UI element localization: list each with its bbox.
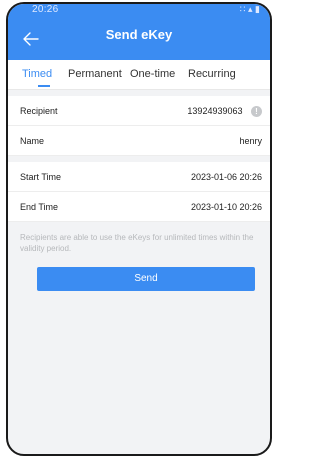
- name-label: Name: [20, 136, 45, 146]
- start-time-label: Start Time: [20, 172, 62, 182]
- tab-permanent[interactable]: Permanent: [68, 68, 122, 80]
- tab-bar: Timed Permanent One-time Recurring: [8, 60, 270, 90]
- status-time: 20:26: [32, 4, 59, 15]
- start-time-row[interactable]: Start Time 2023-01-06 20:26: [8, 162, 270, 192]
- recipient-label: Recipient: [20, 106, 58, 116]
- name-row[interactable]: Name henry: [8, 126, 270, 156]
- name-value[interactable]: henry: [239, 136, 262, 146]
- recipient-row[interactable]: Recipient 13924939063 !: [8, 96, 270, 126]
- validity-note: Recipients are able to use the eKeys for…: [20, 233, 254, 253]
- recipient-value: 13924939063: [187, 106, 243, 116]
- end-time-value[interactable]: 2023-01-10 20:26: [191, 202, 262, 212]
- tab-one-time[interactable]: One-time: [130, 68, 175, 80]
- end-time-row[interactable]: End Time 2023-01-10 20:26: [8, 192, 270, 222]
- end-time-label: End Time: [20, 202, 59, 212]
- app-header: 20:26 ∷ ▴ ▮ Send eKey: [8, 4, 270, 60]
- tab-recurring[interactable]: Recurring: [188, 68, 236, 80]
- send-button[interactable]: Send: [37, 267, 255, 291]
- active-tab-indicator: [38, 85, 50, 87]
- status-icons: ∷ ▴ ▮: [239, 4, 260, 14]
- info-icon[interactable]: !: [251, 106, 262, 118]
- page-title: Send eKey: [105, 27, 173, 42]
- start-time-value[interactable]: 2023-01-06 20:26: [191, 172, 262, 182]
- recipient-value-wrap: 13924939063 !: [187, 106, 262, 118]
- phone-frame: 20:26 ∷ ▴ ▮ Send eKey Timed Permanent On…: [6, 2, 272, 456]
- tab-timed[interactable]: Timed: [22, 68, 52, 80]
